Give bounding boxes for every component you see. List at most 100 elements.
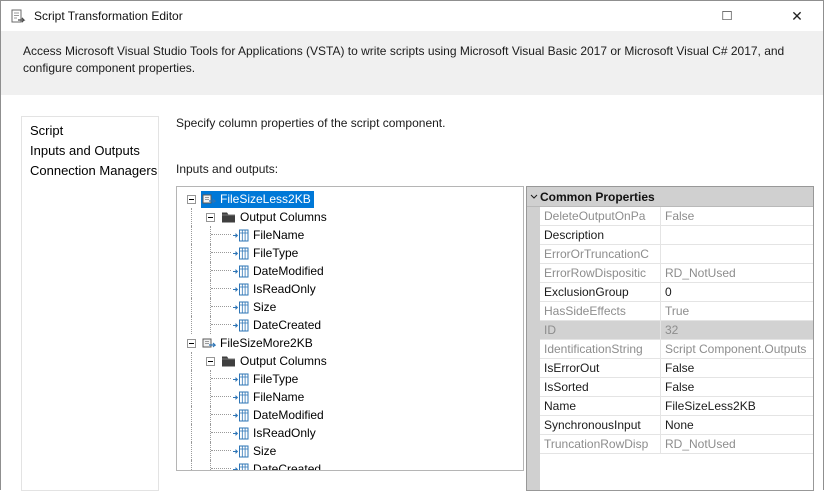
property-grid: Common Properties DeleteOutputOnPaFalseD… — [526, 186, 814, 491]
property-row-errorortruncationc: ErrorOrTruncationC — [527, 245, 813, 264]
property-row-exclusiongroup: ExclusionGroup0 — [527, 283, 813, 302]
nav-item-script[interactable]: Script — [22, 121, 158, 141]
tree-indent-guide — [206, 370, 225, 388]
column-icon — [233, 265, 249, 278]
tree-node-label: DateModified — [253, 264, 324, 278]
tree-node-label: Size — [253, 444, 276, 458]
property-name[interactable]: ErrorOrTruncationC — [540, 245, 661, 264]
tree-indent-guide — [187, 208, 206, 226]
tree-node-datecreated[interactable]: DateCreated — [187, 460, 523, 471]
property-row-synchronousinput: SynchronousInputNone — [527, 416, 813, 435]
tree-indent-guide — [187, 280, 206, 298]
tree-connector — [225, 406, 232, 424]
collapse-icon[interactable] — [206, 357, 215, 366]
property-value[interactable]: False — [661, 378, 813, 397]
property-name[interactable]: Name — [540, 397, 661, 416]
close-button[interactable]: ✕ — [787, 2, 807, 30]
tree-indent-guide — [187, 316, 206, 334]
column-icon — [233, 247, 249, 260]
property-name[interactable]: ID — [540, 321, 661, 340]
tree-indent-guide — [206, 280, 225, 298]
tree-node-label: FileType — [253, 246, 298, 260]
column-icon — [233, 409, 249, 422]
tree-connector — [225, 244, 232, 262]
tree-node-filename[interactable]: FileName — [187, 226, 523, 244]
nav-item-inputs-and-outputs[interactable]: Inputs and Outputs — [22, 141, 158, 161]
column-icon — [233, 229, 249, 242]
tree-node-isreadonly[interactable]: IsReadOnly — [187, 424, 523, 442]
inputs-outputs-label: Inputs and outputs: — [176, 162, 823, 176]
property-value[interactable]: Script Component.Outputs — [661, 340, 813, 359]
tree-node-datemodified[interactable]: DateModified — [187, 262, 523, 280]
tree-node-filesizemore2kb[interactable]: FileSizeMore2KB — [187, 334, 523, 352]
tree-node-output-columns[interactable]: Output Columns — [187, 352, 523, 370]
column-icon — [233, 463, 249, 472]
tree-indent-guide — [206, 442, 225, 460]
io-tree: FileSizeLess2KBOutput ColumnsFileNameFil… — [176, 186, 524, 471]
property-value[interactable]: RD_NotUsed — [661, 264, 813, 283]
property-row-errorrowdispositic: ErrorRowDispositicRD_NotUsed — [527, 264, 813, 283]
column-icon — [233, 445, 249, 458]
row-margin — [527, 207, 540, 226]
window-title: Script Transformation Editor — [34, 9, 183, 23]
page-instruction: Specify column properties of the script … — [176, 116, 823, 130]
tree-node-filetype[interactable]: FileType — [187, 370, 523, 388]
tree-indent-guide — [206, 388, 225, 406]
property-name[interactable]: IsSorted — [540, 378, 661, 397]
tree-node-datecreated[interactable]: DateCreated — [187, 316, 523, 334]
property-value[interactable]: None — [661, 416, 813, 435]
tree-node-isreadonly[interactable]: IsReadOnly — [187, 280, 523, 298]
tree-indent-guide — [187, 406, 206, 424]
output-icon — [202, 192, 216, 206]
collapse-icon[interactable] — [187, 195, 196, 204]
property-name[interactable]: HasSideEffects — [540, 302, 661, 321]
property-name[interactable]: ExclusionGroup — [540, 283, 661, 302]
property-value[interactable] — [661, 245, 813, 264]
maximize-button[interactable]: □ — [717, 2, 737, 30]
property-name[interactable]: SynchronousInput — [540, 416, 661, 435]
property-value[interactable]: False — [661, 207, 813, 226]
property-value[interactable]: 0 — [661, 283, 813, 302]
property-name[interactable]: Description — [540, 226, 661, 245]
tree-node-size[interactable]: Size — [187, 442, 523, 460]
property-value[interactable] — [661, 226, 813, 245]
property-name[interactable]: ErrorRowDispositic — [540, 264, 661, 283]
tree-indent-guide — [187, 370, 206, 388]
tree-indent-guide — [187, 298, 206, 316]
column-icon — [233, 373, 249, 386]
tree-connector — [225, 262, 232, 280]
tree-node-datemodified[interactable]: DateModified — [187, 406, 523, 424]
property-value[interactable]: 32 — [661, 321, 813, 340]
folder-icon — [221, 211, 236, 223]
tree-node-filetype[interactable]: FileType — [187, 244, 523, 262]
folder-icon — [221, 355, 236, 367]
property-category-header[interactable]: Common Properties — [527, 187, 813, 207]
row-margin — [527, 359, 540, 378]
row-margin — [527, 226, 540, 245]
row-margin — [527, 321, 540, 340]
collapse-icon[interactable] — [187, 339, 196, 348]
property-row-name: NameFileSizeLess2KB — [527, 397, 813, 416]
property-row-hassideeffects: HasSideEffectsTrue — [527, 302, 813, 321]
tree-node-label: DateCreated — [253, 318, 321, 332]
property-name[interactable]: IsErrorOut — [540, 359, 661, 378]
collapse-icon[interactable] — [206, 213, 215, 222]
property-value[interactable]: FileSizeLess2KB — [661, 397, 813, 416]
property-value[interactable]: True — [661, 302, 813, 321]
tree-node-size[interactable]: Size — [187, 298, 523, 316]
tree-indent-guide — [187, 262, 206, 280]
property-name[interactable]: DeleteOutputOnPa — [540, 207, 661, 226]
property-row-deleteoutputonpa: DeleteOutputOnPaFalse — [527, 207, 813, 226]
page-list: ScriptInputs and OutputsConnection Manag… — [21, 116, 159, 491]
property-name[interactable]: TruncationRowDisp — [540, 435, 661, 454]
tree-indent-guide — [187, 442, 206, 460]
property-value[interactable]: RD_NotUsed — [661, 435, 813, 454]
property-value[interactable]: False — [661, 359, 813, 378]
tree-connector — [225, 442, 232, 460]
tree-node-filesizeless2kb[interactable]: FileSizeLess2KB — [187, 190, 523, 208]
nav-item-connection-managers[interactable]: Connection Managers — [22, 161, 158, 181]
property-name[interactable]: IdentificationString — [540, 340, 661, 359]
tree-node-label: FileName — [253, 390, 304, 404]
tree-node-output-columns[interactable]: Output Columns — [187, 208, 523, 226]
tree-node-filename[interactable]: FileName — [187, 388, 523, 406]
